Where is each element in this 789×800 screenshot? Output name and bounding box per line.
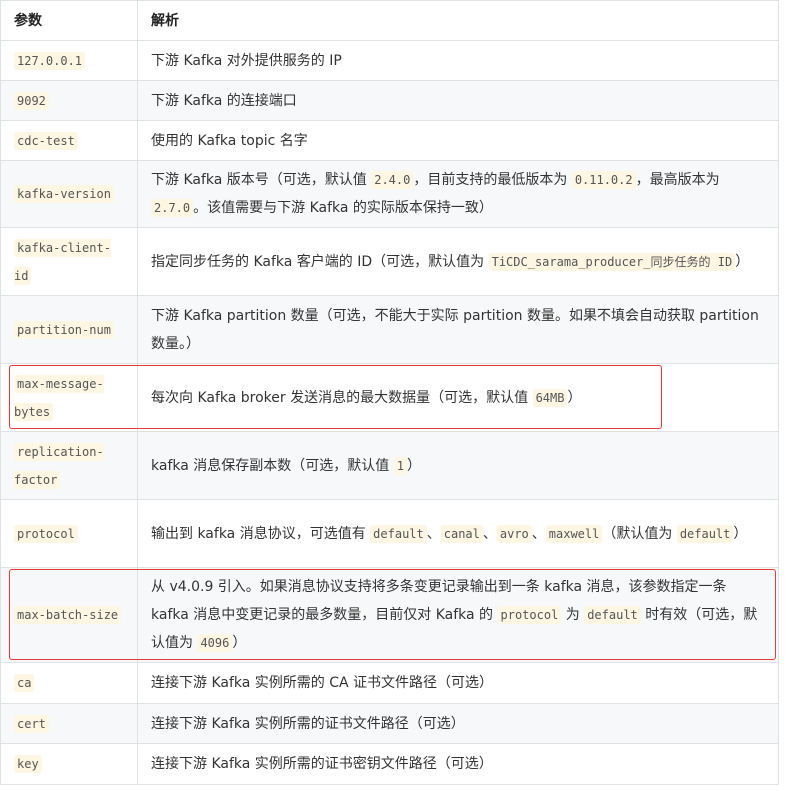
desc-text: 。该值需要与下游 Kafka 的实际版本保持一致） xyxy=(193,200,493,216)
table-header-row: 参数 解析 xyxy=(0,0,779,41)
param-cell: max-message-bytes xyxy=(0,363,138,432)
param-name: partition-num xyxy=(14,320,114,339)
desc-text: 每次向 Kafka broker 发送消息的最大数据量（可选，默认值 xyxy=(151,389,533,406)
desc-text: （默认值为 xyxy=(602,525,677,542)
param-name: 9092 xyxy=(14,91,49,110)
table-row: cert 连接下游 Kafka 实例所需的证书文件路径（可选） xyxy=(0,703,779,744)
desc-text: 为 xyxy=(561,607,585,623)
table-row: replication-factor kafka 消息保存副本数（可选，默认值 1… xyxy=(0,431,779,500)
param-name: cdc-test xyxy=(14,131,78,150)
desc-text: ，最高版本为 xyxy=(635,172,720,188)
desc-text: ） xyxy=(567,389,582,406)
table-row: 9092 下游 Kafka 的连接端口 xyxy=(0,80,779,121)
desc-text: 下游 Kafka 的连接端口 xyxy=(151,92,297,109)
desc-text: 、 xyxy=(482,525,497,542)
desc-text: ） xyxy=(232,635,247,651)
param-cell: 9092 xyxy=(0,80,138,121)
param-cell: ca xyxy=(0,662,138,704)
param-cell: 127.0.0.1 xyxy=(0,40,138,81)
desc-cell: 指定同步任务的 Kafka 客户端的 ID（可选，默认值为 TiCDC_sara… xyxy=(137,227,779,296)
desc-cell: 连接下游 Kafka 实例所需的证书密钥文件路径（可选） xyxy=(137,743,779,785)
param-name: kafka-version xyxy=(14,185,114,203)
param-name: max-message-bytes xyxy=(14,374,104,421)
desc-text: ） xyxy=(735,253,750,270)
param-name: kafka-client-id xyxy=(14,238,111,285)
inline-code: maxwell xyxy=(545,524,603,543)
param-name: max-batch-size xyxy=(14,606,122,624)
param-name: protocol xyxy=(14,524,78,543)
inline-code: 2.7.0 xyxy=(151,199,194,217)
desc-text: kafka 消息保存副本数（可选，默认值 xyxy=(151,457,394,474)
param-cell: key xyxy=(0,743,138,785)
inline-code: 1 xyxy=(393,456,407,475)
desc-cell: 每次向 Kafka broker 发送消息的最大数据量（可选，默认值 64MB） xyxy=(137,363,779,432)
desc-cell: 连接下游 Kafka 实例所需的 CA 证书文件路径（可选） xyxy=(137,662,779,704)
desc-text: 连接下游 Kafka 实例所需的证书密钥文件路径（可选） xyxy=(151,756,493,772)
header-param: 参数 xyxy=(0,0,138,41)
table-row: partition-num 下游 Kafka partition 数量（可选，不能… xyxy=(0,295,779,364)
desc-text: 连接下游 Kafka 实例所需的 CA 证书文件路径（可选） xyxy=(151,675,494,691)
table-row: cdc-test 使用的 Kafka topic 名字 xyxy=(0,120,779,161)
table-row: kafka-version 下游 Kafka 版本号（可选，默认值 2.4.0 ，目… xyxy=(0,160,779,228)
desc-cell: 连接下游 Kafka 实例所需的证书文件路径（可选） xyxy=(137,703,779,744)
param-name: ca xyxy=(14,674,35,692)
desc-cell: 使用的 Kafka topic 名字 xyxy=(137,120,779,161)
param-cell: kafka-client-id xyxy=(0,227,138,296)
desc-text: 、 xyxy=(531,525,546,542)
desc-text: 指定同步任务的 Kafka 客户端的 ID（可选，默认值为 xyxy=(151,253,489,270)
desc-text: 、 xyxy=(426,525,441,542)
table-row: max-batch-size 从 v4.0.9 引入。如果消息协议支持将多条变更记… xyxy=(0,567,779,663)
param-cell: kafka-version xyxy=(0,160,138,228)
desc-text: 连接下游 Kafka 实例所需的证书文件路径（可选） xyxy=(151,715,465,732)
desc-text: 下游 Kafka 版本号（可选，默认值 xyxy=(151,172,372,188)
params-table-container: 参数 解析 127.0.0.1 下游 Kafka 对外提供服务的 IP 9092 下游… xyxy=(0,0,779,785)
table-row: kafka-client-id 指定同步任务的 Kafka 客户端的 ID（可选，… xyxy=(0,227,779,296)
inline-code: default xyxy=(584,606,641,624)
table-row: max-message-bytes 每次向 Kafka broker 发送消息的最… xyxy=(0,363,779,432)
header-desc: 解析 xyxy=(137,0,779,41)
param-name: cert xyxy=(14,714,49,733)
params-table: 参数 解析 127.0.0.1 下游 Kafka 对外提供服务的 IP 9092 下游… xyxy=(0,0,779,785)
desc-text: 输出到 kafka 消息协议，可选值有 xyxy=(151,525,371,542)
table-row: key 连接下游 Kafka 实例所需的证书密钥文件路径（可选） xyxy=(0,743,779,785)
desc-text: ） xyxy=(733,525,748,542)
inline-code: canal xyxy=(440,524,483,543)
param-name: 127.0.0.1 xyxy=(14,51,86,70)
inline-code: default xyxy=(370,524,427,543)
param-cell: partition-num xyxy=(0,295,138,364)
inline-code: 2.4.0 xyxy=(371,171,414,189)
inline-code: 4096 xyxy=(197,634,233,652)
desc-cell: kafka 消息保存副本数（可选，默认值 1） xyxy=(137,431,779,500)
inline-code: 0.11.0.2 xyxy=(571,171,636,189)
param-cell: max-batch-size xyxy=(0,567,138,663)
desc-cell: 下游 Kafka 版本号（可选，默认值 2.4.0 ，目前支持的最低版本为 0.1… xyxy=(137,160,779,228)
desc-text: 下游 Kafka partition 数量（可选，不能大于实际 partitio… xyxy=(151,307,759,352)
inline-code: 64MB xyxy=(532,388,568,407)
param-cell: cert xyxy=(0,703,138,744)
desc-cell: 从 v4.0.9 引入。如果消息协议支持将多条变更记录输出到一条 kafka 消… xyxy=(137,567,779,663)
param-cell: protocol xyxy=(0,499,138,568)
param-name: replication-factor xyxy=(14,442,104,489)
param-name: key xyxy=(14,755,42,773)
table-row: 127.0.0.1 下游 Kafka 对外提供服务的 IP xyxy=(0,40,779,81)
table-row: ca 连接下游 Kafka 实例所需的 CA 证书文件路径（可选） xyxy=(0,662,779,704)
desc-text: ） xyxy=(406,457,421,474)
inline-code: protocol xyxy=(497,606,562,624)
desc-text: 使用的 Kafka topic 名字 xyxy=(151,132,308,149)
desc-text: ，目前支持的最低版本为 xyxy=(413,172,572,188)
desc-text: 下游 Kafka 对外提供服务的 IP xyxy=(151,52,342,69)
desc-cell: 下游 Kafka 的连接端口 xyxy=(137,80,779,121)
inline-code: avro xyxy=(496,524,532,543)
table-row: protocol 输出到 kafka 消息协议，可选值有 default、 cana… xyxy=(0,499,779,568)
desc-cell: 输出到 kafka 消息协议，可选值有 default、 canal、 avro、 m… xyxy=(137,499,779,568)
desc-cell: 下游 Kafka 对外提供服务的 IP xyxy=(137,40,779,81)
param-cell: replication-factor xyxy=(0,431,138,500)
inline-code: default xyxy=(676,524,734,543)
inline-code: TiCDC_sarama_producer_同步任务的 ID xyxy=(488,252,736,271)
desc-cell: 下游 Kafka partition 数量（可选，不能大于实际 partitio… xyxy=(137,295,779,364)
param-cell: cdc-test xyxy=(0,120,138,161)
